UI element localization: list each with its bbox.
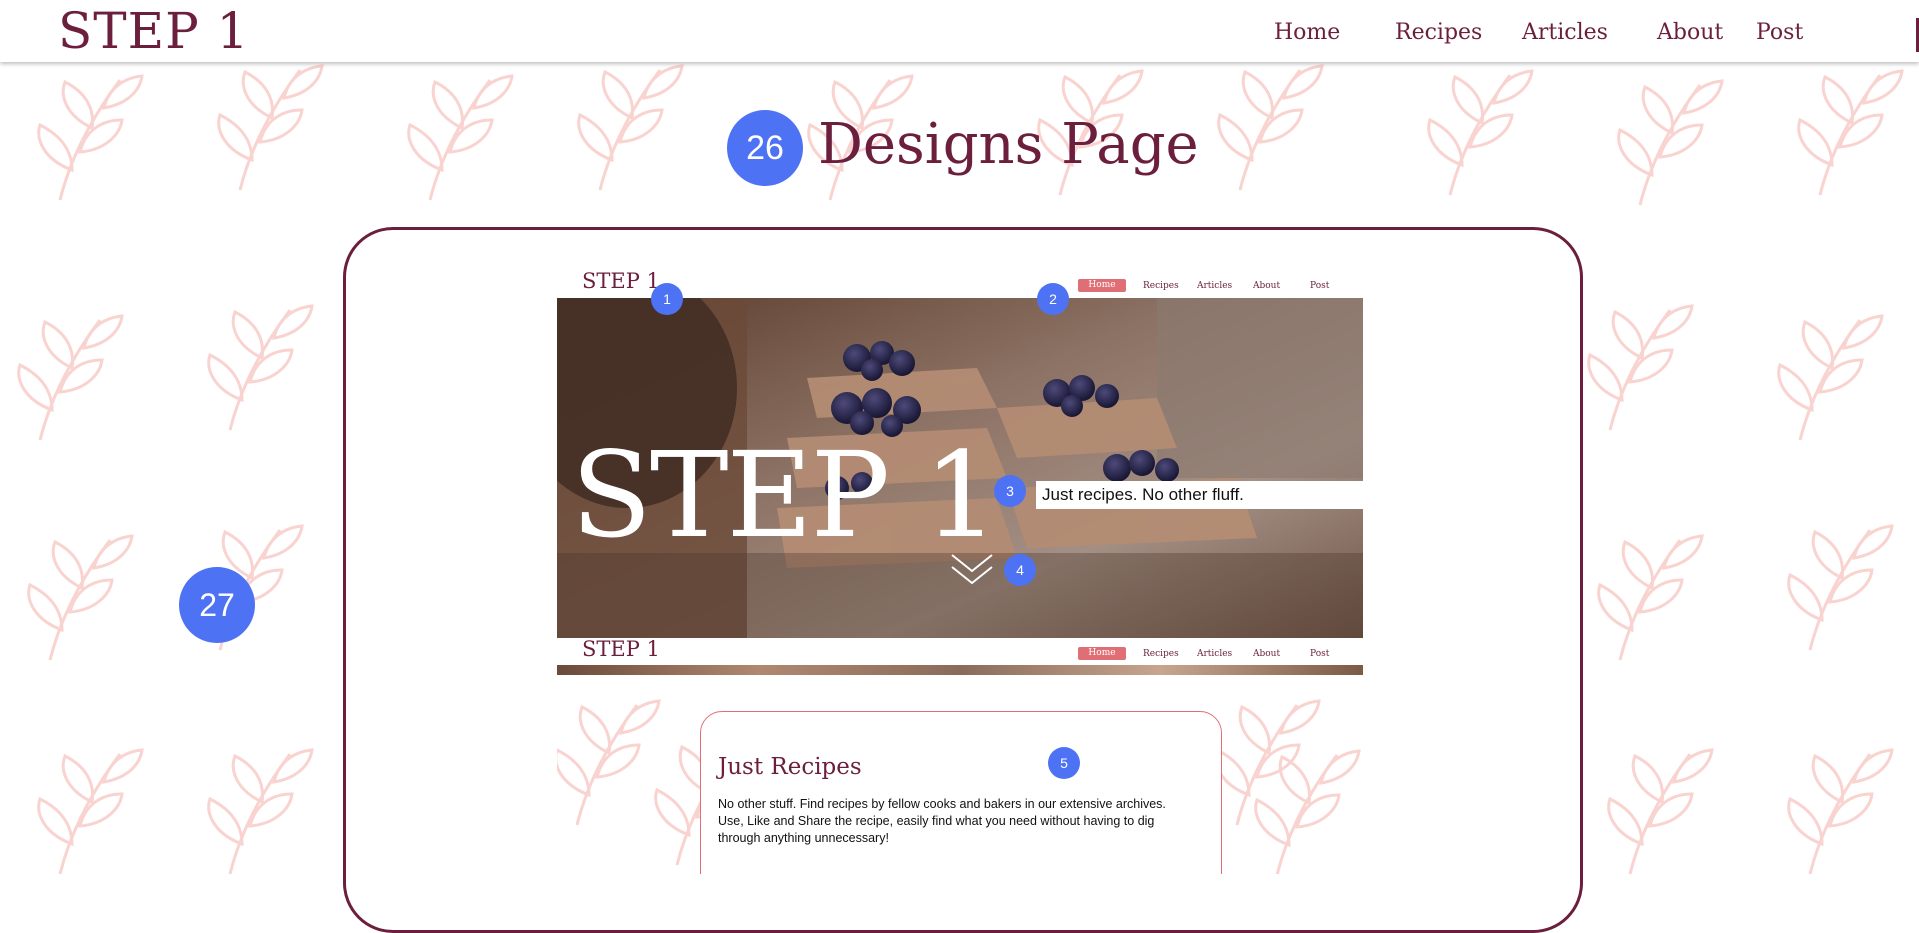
number-badge-26: 26 (727, 110, 803, 186)
mockup-sticky-nav-about: About (1253, 649, 1281, 659)
nav-item-home[interactable]: Home (1274, 20, 1340, 45)
annotation-badge-4: 4 (1004, 554, 1036, 586)
mockup-nav-recipes: Recipes (1143, 281, 1179, 291)
annotation-badge-5: 5 (1048, 747, 1080, 779)
mockup-image-strip (557, 665, 1363, 675)
site-logo[interactable]: STEP 1 (58, 2, 249, 60)
double-chevron-down-icon[interactable] (950, 553, 994, 587)
mockup-nav-home: Home (1078, 279, 1126, 292)
hero-tagline: Just recipes. No other fluff. (1036, 481, 1363, 509)
mockup-nav-post: Post (1310, 281, 1330, 291)
card-title: Just Recipes (718, 754, 862, 780)
number-badge-27: 27 (179, 567, 255, 643)
mockup-sticky-nav-post: Post (1310, 649, 1330, 659)
annotation-badge-2: 2 (1037, 283, 1069, 315)
nav-item-about[interactable]: About (1657, 20, 1723, 45)
top-navigation-bar: STEP 1 Home Recipes Articles About Post (0, 0, 1919, 62)
mockup-sticky-nav-recipes: Recipes (1143, 649, 1179, 659)
mockup-sticky-header: STEP 1 Home Recipes Articles About Post (557, 637, 1363, 668)
hero-title: STEP 1 (571, 426, 999, 564)
annotation-badge-3: 3 (994, 475, 1026, 507)
page-title: Designs Page (818, 112, 1199, 177)
nav-item-articles[interactable]: Articles (1522, 20, 1608, 45)
just-recipes-card: Just Recipes No other stuff. Find recipe… (700, 711, 1222, 874)
mockup-logo: STEP 1 (582, 269, 660, 293)
mockup-nav-articles: Articles (1197, 281, 1233, 291)
nav-item-recipes[interactable]: Recipes (1395, 20, 1482, 45)
nav-item-post[interactable]: Post (1756, 20, 1803, 45)
mockup-sticky-nav-articles: Articles (1197, 649, 1233, 659)
mockup-sticky-nav-home: Home (1078, 647, 1126, 660)
mockup-nav-about: About (1253, 281, 1281, 291)
hero-image: STEP 1 Just recipes. No other fluff. (557, 298, 1363, 638)
annotation-badge-1: 1 (651, 283, 683, 315)
card-body: No other stuff. Find recipes by fellow c… (718, 797, 1166, 845)
mockup-sticky-logo: STEP 1 (582, 637, 660, 661)
homepage-mockup: STEP 1 Home Recipes Articles About Post (557, 263, 1363, 874)
